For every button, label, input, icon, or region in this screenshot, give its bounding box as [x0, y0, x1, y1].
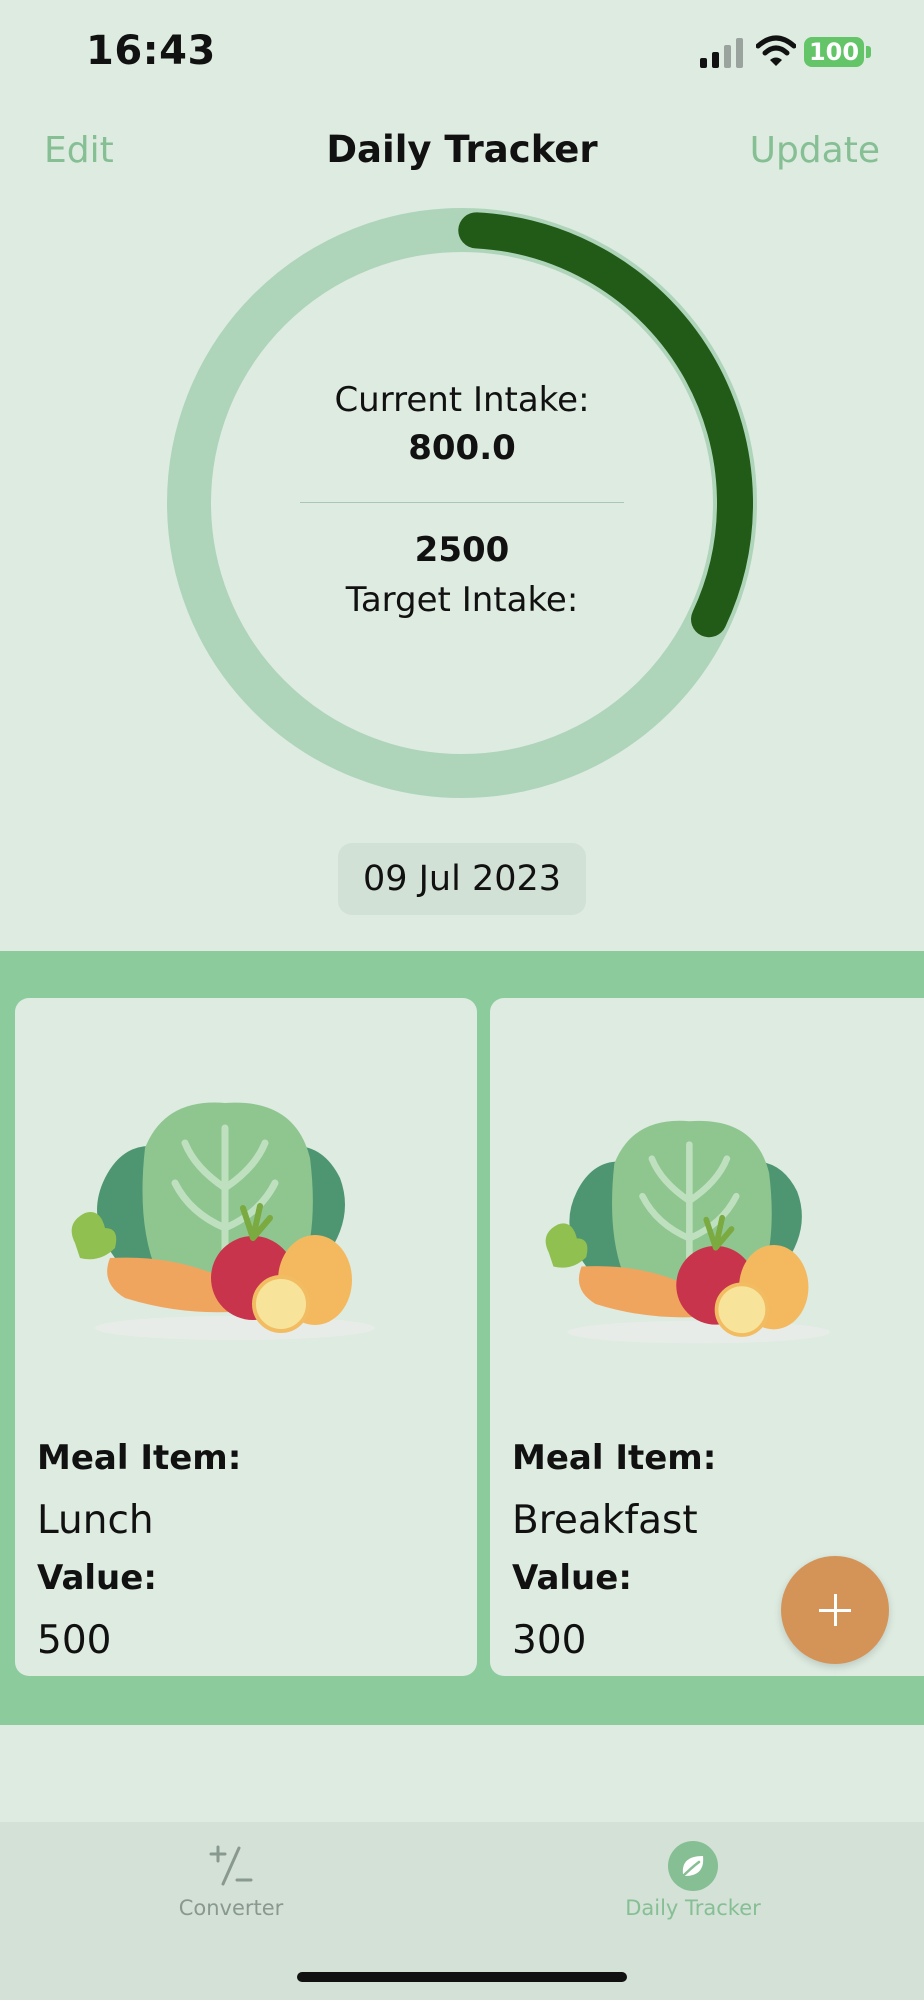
add-meal-button[interactable]: [781, 1556, 889, 1664]
target-intake-label: Target Intake:: [345, 580, 579, 620]
meal-value-label: Value:: [512, 1558, 632, 1598]
target-intake-value: 2500: [414, 530, 510, 570]
status-bar: 16:43 100: [0, 0, 924, 100]
meal-value: 500: [37, 1618, 112, 1663]
cellular-signal-icon: [700, 38, 743, 68]
meal-item-label: Meal Item:: [512, 1438, 717, 1478]
tab-converter[interactable]: Converter: [0, 1822, 462, 1952]
meal-item-label: Meal Item:: [37, 1438, 242, 1478]
meal-card[interactable]: Meal Item: Lunch Value: 500: [15, 998, 477, 1676]
battery-level: 100: [808, 38, 860, 66]
update-button[interactable]: Update: [750, 130, 880, 171]
navigation-bar: Edit Daily Tracker Update: [0, 110, 924, 190]
tab-daily-tracker[interactable]: Daily Tracker: [462, 1822, 924, 1952]
date-picker[interactable]: 09 Jul 2023: [338, 843, 586, 915]
status-time: 16:43: [86, 28, 216, 74]
plus-icon-vertical: [834, 1594, 837, 1626]
home-indicator: [297, 1972, 627, 1982]
intake-divider: [300, 502, 624, 503]
edit-button[interactable]: Edit: [44, 130, 114, 171]
vegetables-illustration: [545, 1120, 830, 1344]
meal-item-name: Lunch: [37, 1498, 154, 1543]
meal-value: 300: [512, 1618, 587, 1663]
plus-minus-icon: [209, 1845, 253, 1886]
current-intake-label: Current Intake:: [334, 380, 590, 420]
vegetables-illustration: [71, 1102, 375, 1340]
meal-value-label: Value:: [37, 1558, 157, 1598]
intake-progress-ring: [167, 208, 757, 798]
wifi-icon: [756, 35, 796, 66]
tab-daily-tracker-label: Daily Tracker: [625, 1896, 761, 1920]
meal-item-name: Breakfast: [512, 1498, 698, 1543]
current-intake-value: 800.0: [408, 428, 516, 468]
leaf-icon: [668, 1841, 718, 1891]
tab-converter-label: Converter: [178, 1896, 284, 1920]
battery-cap: [866, 46, 871, 58]
